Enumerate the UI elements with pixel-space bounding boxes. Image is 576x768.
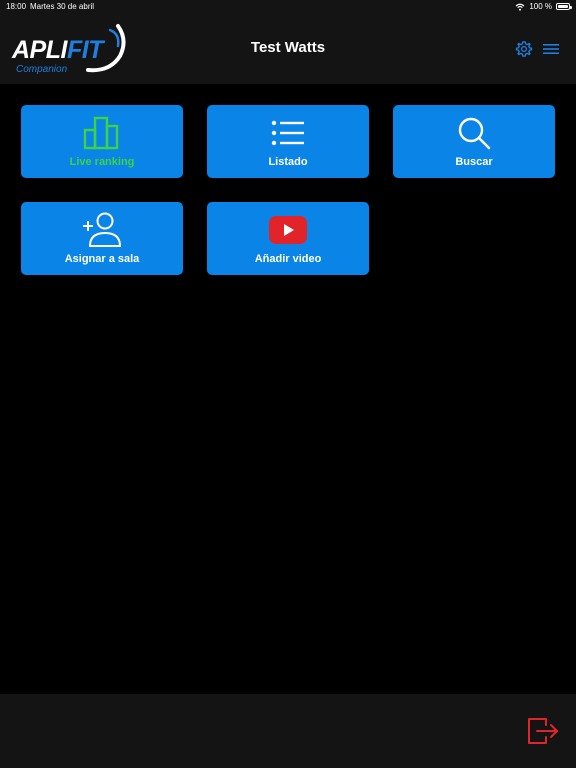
menu-button[interactable] — [540, 38, 562, 60]
app-footer — [0, 694, 576, 768]
tile-label: Listado — [268, 156, 308, 168]
search-icon — [458, 117, 491, 150]
logout-icon — [528, 718, 558, 744]
logo-subtitle: Companion — [16, 64, 68, 75]
status-bar: 18:00 Martes 30 de abril 100 % — [0, 0, 576, 14]
tile-label: Buscar — [455, 156, 493, 168]
page-title: Test Watts — [250, 39, 326, 56]
tile-asignar-a-sala[interactable]: Asignar a sala — [21, 202, 183, 275]
tile-label: Añadir video — [254, 253, 322, 265]
tile-live-ranking[interactable]: Live ranking — [21, 105, 183, 178]
tile-buscar[interactable]: Buscar — [393, 105, 555, 178]
status-right: 100 % — [515, 2, 572, 11]
tile-label: Live ranking — [69, 156, 135, 168]
battery-percent: 100 % — [529, 2, 552, 11]
youtube-play-icon — [269, 216, 307, 244]
tile-listado[interactable]: Listado — [207, 105, 369, 178]
gear-icon — [515, 41, 533, 57]
logout-button[interactable] — [526, 716, 560, 746]
add-user-icon — [83, 212, 122, 247]
app-header: APLIFIT Companion Test Watts — [0, 14, 576, 84]
tile-anadir-video[interactable]: Añadir video — [207, 202, 369, 275]
status-date: Martes 30 de abril — [30, 2, 95, 11]
bar-chart-icon — [83, 116, 119, 150]
wifi-icon — [515, 3, 525, 11]
status-time: 18:00 — [6, 2, 27, 11]
battery-icon — [556, 3, 572, 10]
settings-button[interactable] — [513, 38, 535, 60]
list-icon — [271, 120, 304, 146]
hamburger-menu-icon — [543, 44, 559, 54]
tile-label: Asignar a sala — [64, 253, 140, 265]
